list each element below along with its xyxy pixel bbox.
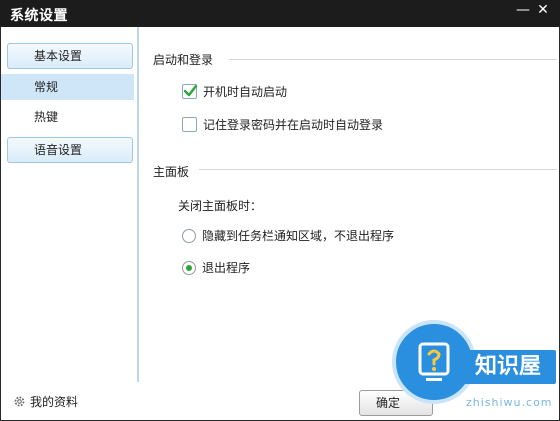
watermark-brand: 知识屋 bbox=[460, 350, 556, 384]
section-title-main-panel: 主面板 bbox=[153, 165, 190, 179]
option-autostart-label: 开机时自动启动 bbox=[203, 85, 288, 99]
checkbox-autostart[interactable] bbox=[182, 84, 198, 99]
window-title: 系统设置 bbox=[10, 8, 68, 24]
option-exit-program[interactable]: 退出程序 bbox=[182, 259, 250, 276]
settings-window: 系统设置 — ✕ 基本设置 常规 热键 语音设置 启动和登录 开机时自动启动 记… bbox=[0, 0, 560, 421]
sidebar-group-basic-label: 基本设置 bbox=[34, 49, 83, 63]
sidebar-group-basic[interactable]: 基本设置 bbox=[7, 43, 133, 69]
sidebar-group-voice[interactable]: 语音设置 bbox=[7, 137, 133, 163]
gear-icon bbox=[14, 396, 25, 407]
sidebar-item-general[interactable]: 常规 bbox=[1, 74, 134, 100]
option-exit-program-label: 退出程序 bbox=[202, 261, 251, 275]
section-divider bbox=[199, 169, 557, 170]
sidebar-item-hotkeys[interactable]: 热键 bbox=[1, 104, 134, 130]
section-title-startup: 启动和登录 bbox=[153, 53, 214, 67]
title-bar[interactable]: 系统设置 — ✕ bbox=[0, 0, 560, 27]
watermark: 知识屋 zhishiwu.com bbox=[392, 320, 558, 420]
radio-exit-program[interactable] bbox=[182, 260, 196, 275]
close-panel-label: 关闭主面板时： bbox=[178, 199, 263, 213]
watermark-url: zhishiwu.com bbox=[466, 396, 553, 409]
option-auto-login[interactable]: 记住登录密码并在启动时自动登录 bbox=[182, 116, 383, 133]
checkmark-icon bbox=[183, 84, 198, 97]
checkbox-auto-login[interactable] bbox=[182, 117, 197, 132]
sidebar-group-voice-label: 语音设置 bbox=[34, 143, 83, 157]
option-autostart[interactable]: 开机时自动启动 bbox=[182, 83, 287, 100]
sidebar: 基本设置 常规 热键 语音设置 bbox=[1, 27, 139, 382]
radio-hide-to-tray[interactable] bbox=[182, 228, 196, 243]
my-profile-link[interactable]: 我的资料 bbox=[13, 393, 78, 410]
sidebar-item-label: 常规 bbox=[34, 80, 59, 94]
close-button[interactable]: ✕ bbox=[528, 0, 558, 20]
option-auto-login-label: 记住登录密码并在启动时自动登录 bbox=[203, 118, 384, 132]
sidebar-item-label: 热键 bbox=[34, 110, 59, 124]
section-divider bbox=[229, 59, 557, 60]
option-hide-to-tray-label: 隐藏到任务栏通知区域，不退出程序 bbox=[202, 229, 395, 243]
option-hide-to-tray[interactable]: 隐藏到任务栏通知区域，不退出程序 bbox=[182, 227, 394, 244]
my-profile-label: 我的资料 bbox=[30, 395, 79, 409]
